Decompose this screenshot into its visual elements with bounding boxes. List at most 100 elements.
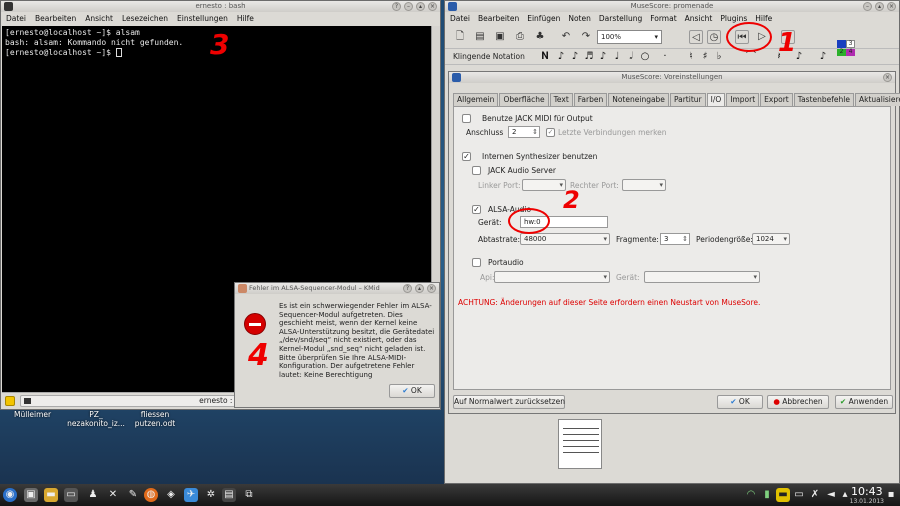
note-eighth-icon[interactable]: ♪ — [597, 51, 609, 63]
save-icon[interactable]: ▣ — [493, 30, 507, 44]
menu-ansicht[interactable]: Ansicht — [685, 12, 713, 25]
close-icon[interactable]: × — [887, 2, 896, 11]
alsa-audio-checkbox[interactable]: ✓ — [472, 205, 481, 214]
note-quarter-icon[interactable]: ♩ — [611, 51, 623, 63]
open-file-icon[interactable]: ▤ — [473, 30, 487, 44]
tab-farben[interactable]: Farben — [573, 93, 608, 106]
intern-synth-checkbox[interactable]: ✓ — [462, 152, 471, 161]
fragmente-spinbox[interactable]: 3 — [660, 233, 690, 245]
jack-midi-checkbox[interactable] — [462, 114, 471, 123]
tab-partitur[interactable]: Partitur — [669, 93, 706, 106]
help-icon[interactable]: ? — [392, 2, 401, 11]
voice-1-icon[interactable] — [837, 40, 846, 48]
prefs-titlebar[interactable]: MuseScore: Voreinstellungen × — [449, 72, 895, 83]
portaudio-checkbox[interactable] — [472, 258, 481, 267]
menu-einstellungen[interactable]: Einstellungen — [177, 12, 228, 25]
minimize-icon[interactable]: – — [404, 2, 413, 11]
menu-einfuegen[interactable]: Einfügen — [527, 12, 560, 25]
anschluss-spinbox[interactable]: 2 — [508, 126, 540, 138]
cancel-button[interactable]: ● Abbrechen — [767, 395, 829, 409]
tab-oberflaeche[interactable]: Oberfläche — [499, 93, 549, 106]
desktop-switch-icon[interactable]: ▣ — [24, 488, 38, 502]
abtastrate-select[interactable]: 48000 — [520, 233, 610, 245]
grace-note-icon[interactable]: ♪ — [817, 51, 829, 63]
zoom-select[interactable]: 100% ▾ — [597, 30, 662, 44]
firefox-icon[interactable]: ◍ — [144, 488, 158, 502]
rechter-port-select[interactable] — [622, 179, 666, 191]
apps-icon[interactable]: ◈ — [164, 488, 178, 502]
monitor-icon[interactable]: ▤ — [222, 488, 236, 502]
musescore-titlebar[interactable]: MuseScore: promenade – ▴ × — [445, 1, 899, 12]
note-32nd-icon[interactable]: ♪ — [569, 51, 581, 63]
desktop-icon-pz[interactable]: PZ_ nezakonito_iz... — [66, 410, 126, 428]
terminal-titlebar[interactable]: ernesto : bash ? – ▴ × — [1, 1, 440, 12]
natural-icon[interactable]: ♮ — [685, 51, 697, 63]
tab-allgemein[interactable]: Allgemein — [453, 93, 499, 106]
error-ok-button[interactable]: ✔ OK — [389, 384, 435, 398]
new-tab-icon[interactable] — [5, 396, 15, 406]
wifi-icon[interactable]: ◠ — [744, 488, 758, 502]
notes-icon[interactable]: ▬ — [776, 488, 790, 502]
community-icon[interactable]: ♣ — [533, 30, 547, 44]
menu-bearbeiten[interactable]: Bearbeiten — [35, 12, 76, 25]
ok-button[interactable]: ✔ OK — [717, 395, 763, 409]
menu-datei[interactable]: Datei — [450, 12, 470, 25]
menu-datei[interactable]: Datei — [6, 12, 26, 25]
apply-button[interactable]: ✔ Anwenden — [835, 395, 893, 409]
api-select[interactable] — [494, 271, 610, 283]
desktop-icon-trash[interactable]: Mülleimer — [14, 410, 51, 419]
close-icon[interactable]: × — [427, 284, 436, 293]
redo-icon[interactable]: ↷ — [579, 30, 593, 44]
speaker-icon[interactable]: ◁ — [689, 30, 703, 44]
volume-icon[interactable]: ◄ — [824, 488, 838, 502]
note-64th-icon[interactable]: ♪ — [555, 51, 567, 63]
menu-darstellung[interactable]: Darstellung — [599, 12, 642, 25]
undo-icon[interactable]: ↶ — [559, 30, 573, 44]
note-half-icon[interactable]: 𝅗𝅥 — [625, 51, 637, 63]
kde-menu-icon[interactable]: ◉ — [3, 488, 17, 502]
desktop-icon-fliessen[interactable]: fliessen putzen.odt — [130, 410, 180, 428]
kmail-icon[interactable]: ✈ — [184, 488, 198, 502]
menu-format[interactable]: Format — [650, 12, 676, 25]
portaudio-geraet-select[interactable] — [644, 271, 760, 283]
bluetooth-icon[interactable]: ✗ — [808, 488, 822, 502]
help-icon[interactable]: ? — [403, 284, 412, 293]
menu-hilfe[interactable]: Hilfe — [237, 12, 254, 25]
tab-noteneingabe[interactable]: Noteneingabe — [608, 93, 669, 106]
close-icon[interactable]: × — [428, 2, 437, 11]
linker-port-select[interactable] — [522, 179, 566, 191]
tab-import[interactable]: Import — [726, 93, 760, 106]
clipboard-icon[interactable]: ▭ — [792, 488, 806, 502]
maximize-icon[interactable]: ▴ — [416, 2, 425, 11]
dot-icon[interactable]: · — [659, 51, 671, 63]
menu-bearbeiten[interactable]: Bearbeiten — [478, 12, 519, 25]
new-file-icon[interactable]: 🗋 — [453, 30, 467, 44]
voice-3-icon[interactable]: 2 — [837, 49, 846, 56]
folder-icon[interactable]: ▬ — [44, 488, 58, 502]
clock[interactable]: 10:43 13.01.2013 — [850, 485, 884, 505]
menu-noten[interactable]: Noten — [568, 12, 591, 25]
penguin-icon[interactable]: ♟ — [86, 488, 100, 502]
periodengroesse-select[interactable]: 1024 — [752, 233, 790, 245]
reset-defaults-button[interactable]: Auf Normalwert zurücksetzen — [453, 395, 565, 409]
flat-icon[interactable]: ♭ — [713, 51, 725, 63]
menu-ansicht[interactable]: Ansicht — [85, 12, 113, 25]
pager-icon[interactable]: ▭ — [64, 488, 78, 502]
maximize-icon[interactable]: ▴ — [875, 2, 884, 11]
error-titlebar[interactable]: Fehler im ALSA-Sequencer-Modul – KMid ? … — [235, 283, 439, 294]
minimize-icon[interactable]: – — [863, 2, 872, 11]
note-input-icon[interactable]: 𝐍 — [539, 51, 551, 63]
voice-4-icon[interactable]: 4 — [846, 49, 855, 56]
tools-icon[interactable]: ✕ — [106, 488, 120, 502]
tab-export[interactable]: Export — [760, 93, 793, 106]
sharp-icon[interactable]: ♯ — [699, 51, 711, 63]
voice-2-icon[interactable]: 3 — [846, 40, 855, 48]
letzte-verbindungen-checkbox[interactable]: ✓ — [546, 128, 555, 137]
note-whole-icon[interactable]: ○ — [639, 51, 651, 63]
battery-icon[interactable]: ▮ — [760, 488, 774, 502]
maximize-icon[interactable]: ▴ — [415, 284, 424, 293]
metronome-icon[interactable]: ◷ — [707, 30, 721, 44]
close-icon[interactable]: × — [883, 73, 892, 82]
tab-tastenbefehle[interactable]: Tastenbefehle — [793, 93, 854, 106]
screenshot-icon[interactable]: ⧉ — [242, 488, 256, 502]
